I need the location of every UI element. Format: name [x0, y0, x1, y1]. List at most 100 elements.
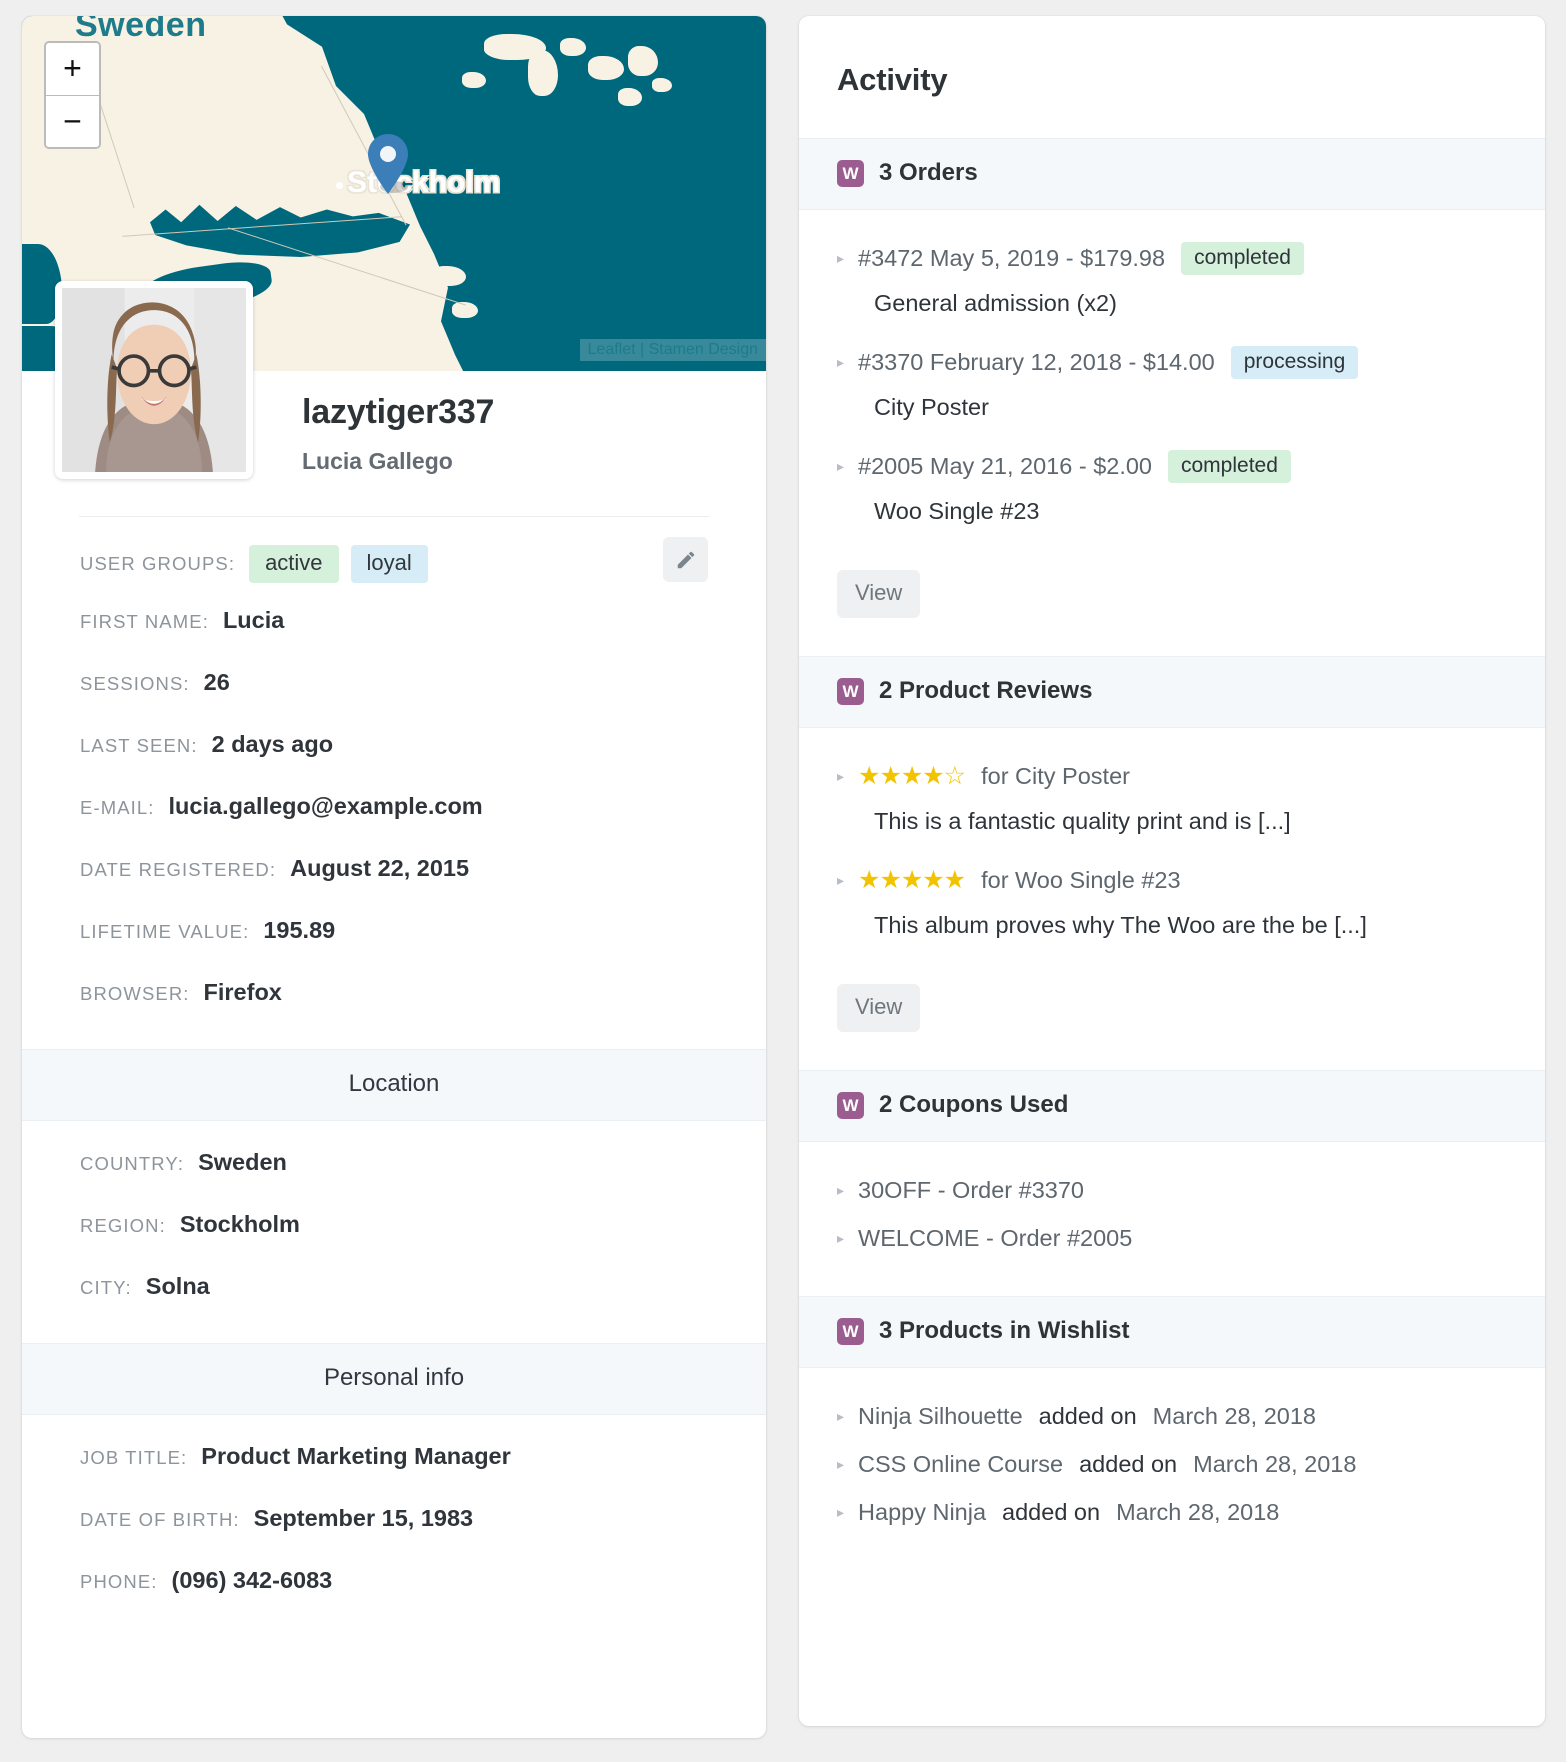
- list-item[interactable]: ▸ #3370 February 12, 2018 - $14.00 proce…: [837, 342, 1545, 382]
- coupons-list: ▸ 30OFF - Order #3370 ▸ WELCOME - Order …: [799, 1142, 1545, 1296]
- order-summary: #3472 May 5, 2019 - $179.98 completed: [858, 238, 1304, 278]
- attr-row-date-of-birth: DATE OF BIRTH: September 15, 1983: [22, 1505, 766, 1545]
- activity-title: Activity: [837, 62, 948, 97]
- chevron-right-icon: ▸: [837, 1230, 845, 1246]
- attr-row-user-groups: USER GROUPS: active loyal: [22, 537, 766, 585]
- list-item[interactable]: ▸ Ninja Silhouette added on March 28, 20…: [837, 1396, 1545, 1436]
- woocommerce-icon: W: [837, 1317, 864, 1345]
- map-island: [618, 88, 642, 106]
- attr-label: USER GROUPS:: [80, 553, 236, 574]
- review-summary: ★★★★★ for Woo Single #23: [858, 860, 1181, 900]
- attr-row-country: COUNTRY: Sweden: [22, 1149, 766, 1189]
- attr-row-email: E-MAIL: lucia.gallego@example.com: [22, 793, 766, 833]
- order-product: Woo Single #23: [874, 498, 1040, 524]
- list-item[interactable]: ▸ 30OFF - Order #3370: [837, 1170, 1545, 1210]
- map-zoom-out-button[interactable]: −: [46, 95, 99, 147]
- view-orders-button[interactable]: View: [837, 570, 921, 618]
- wishlist-product: Ninja Silhouette: [858, 1403, 1023, 1429]
- order-product: General admission (x2): [874, 290, 1117, 316]
- personal-attribute-list: JOB TITLE: Product Marketing Manager DAT…: [22, 1415, 766, 1637]
- activity-section-header-orders: W 3 Orders: [799, 138, 1545, 210]
- chevron-right-icon: ▸: [837, 768, 845, 784]
- order-text: #2005 May 21, 2016 - $2.00: [858, 453, 1152, 479]
- activity-section-header-wishlist: W 3 Products in Wishlist: [799, 1296, 1545, 1368]
- attr-row-phone: PHONE: (096) 342-6083: [22, 1567, 766, 1607]
- list-item[interactable]: ▸ CSS Online Course added on March 28, 2…: [837, 1444, 1545, 1484]
- edit-profile-button[interactable]: [663, 537, 708, 582]
- review-excerpt: This album proves why The Woo are the be…: [874, 912, 1367, 938]
- map-island: [528, 50, 558, 96]
- status-badge: loyal: [350, 545, 428, 583]
- user-group-chips: active loyal: [249, 545, 428, 583]
- status-badge: completed: [1168, 449, 1291, 483]
- attr-label: BROWSER:: [80, 983, 190, 1004]
- wishlist-product: CSS Online Course: [858, 1451, 1064, 1477]
- attr-row-last-seen: LAST SEEN: 2 days ago: [22, 731, 766, 771]
- map-zoom-controls[interactable]: + −: [44, 41, 101, 149]
- section-label: 3 Orders: [879, 159, 978, 186]
- wishlist-product: Happy Ninja: [858, 1499, 987, 1525]
- wishlist-date: March 28, 2018: [1116, 1499, 1280, 1525]
- attr-label: DATE REGISTERED:: [80, 859, 277, 880]
- status-badge: processing: [1230, 345, 1359, 379]
- attr-label: PHONE:: [80, 1571, 158, 1592]
- chevron-right-icon: ▸: [837, 1182, 845, 1198]
- section-heading-location: Location: [22, 1049, 766, 1121]
- attr-row-region: REGION: Stockholm: [22, 1211, 766, 1251]
- view-reviews-button[interactable]: View: [837, 984, 921, 1032]
- status-badge: active: [249, 545, 339, 583]
- order-text: #3472 May 5, 2019 - $179.98: [858, 245, 1166, 271]
- list-item[interactable]: ▸ WELCOME - Order #2005: [837, 1218, 1545, 1258]
- list-item[interactable]: ▸ Happy Ninja added on March 28, 2018: [837, 1492, 1545, 1532]
- woocommerce-icon: W: [837, 677, 864, 705]
- reviews-list: ▸ ★★★★☆ for City Poster This is a fantas…: [799, 728, 1545, 1070]
- wishlist-entry: CSS Online Course added on March 28, 201…: [858, 1444, 1356, 1484]
- star-rating-icon: ★★★★☆: [858, 761, 966, 790]
- map-attribution[interactable]: Leaflet | Stamen Design: [579, 339, 766, 361]
- map-island: [628, 46, 658, 76]
- map-zoom-in-button[interactable]: +: [46, 43, 99, 95]
- chevron-right-icon: ▸: [837, 354, 845, 370]
- attr-value: Stockholm: [179, 1211, 300, 1237]
- attr-row-job-title: JOB TITLE: Product Marketing Manager: [22, 1443, 766, 1483]
- wishlist-added-label: added on: [1038, 1403, 1137, 1429]
- chevron-right-icon: ▸: [837, 872, 845, 888]
- attr-value: August 22, 2015: [290, 855, 470, 881]
- review-product: for Woo Single #23: [981, 867, 1181, 893]
- attr-value: Product Marketing Manager: [201, 1443, 511, 1469]
- review-summary: ★★★★☆ for City Poster: [858, 756, 1130, 796]
- attr-value: 26: [203, 669, 230, 695]
- attr-value: (096) 342-6083: [171, 1567, 333, 1593]
- list-item[interactable]: ▸ ★★★★☆ for City Poster: [837, 756, 1545, 796]
- map-pin-icon: [366, 133, 410, 195]
- list-item[interactable]: ▸ ★★★★★ for Woo Single #23: [837, 860, 1545, 900]
- star-rating-icon: ★★★★★: [858, 865, 966, 894]
- activity-section-header-reviews: W 2 Product Reviews: [799, 656, 1545, 728]
- profile-attribute-list: USER GROUPS: active loyal FIRST NAME: Lu…: [22, 517, 766, 1049]
- attr-label: CITY:: [80, 1277, 132, 1298]
- woocommerce-icon: W: [837, 159, 864, 187]
- attr-label: SESSIONS:: [80, 673, 190, 694]
- attr-label: DATE OF BIRTH:: [80, 1509, 240, 1530]
- section-heading-personal-info: Personal info: [22, 1343, 766, 1415]
- review-product: for City Poster: [981, 763, 1130, 789]
- orders-list: ▸ #3472 May 5, 2019 - $179.98 completed …: [799, 210, 1545, 656]
- map-island: [652, 78, 672, 92]
- wishlist-added-label: added on: [1002, 1499, 1101, 1525]
- avatar: [55, 281, 253, 479]
- map-island: [432, 266, 466, 286]
- location-attribute-list: COUNTRY: Sweden REGION: Stockholm CITY: …: [22, 1121, 766, 1343]
- chevron-right-icon: ▸: [837, 1504, 845, 1520]
- activity-section-header-coupons: W 2 Coupons Used: [799, 1070, 1545, 1142]
- chevron-right-icon: ▸: [837, 1456, 845, 1472]
- list-item[interactable]: ▸ #2005 May 21, 2016 - $2.00 completed: [837, 446, 1545, 486]
- attr-row-sessions: SESSIONS: 26: [22, 669, 766, 709]
- chevron-right-icon: ▸: [837, 1408, 845, 1424]
- list-item[interactable]: ▸ #3472 May 5, 2019 - $179.98 completed: [837, 238, 1545, 278]
- attr-row-city: CITY: Solna: [22, 1273, 766, 1313]
- chevron-right-icon: ▸: [837, 250, 845, 266]
- coupon-text: 30OFF - Order #3370: [858, 1177, 1084, 1203]
- coupon-text: WELCOME - Order #2005: [858, 1225, 1133, 1251]
- customer-full-name: Lucia Gallego: [302, 448, 453, 474]
- attr-label: FIRST NAME:: [80, 611, 209, 632]
